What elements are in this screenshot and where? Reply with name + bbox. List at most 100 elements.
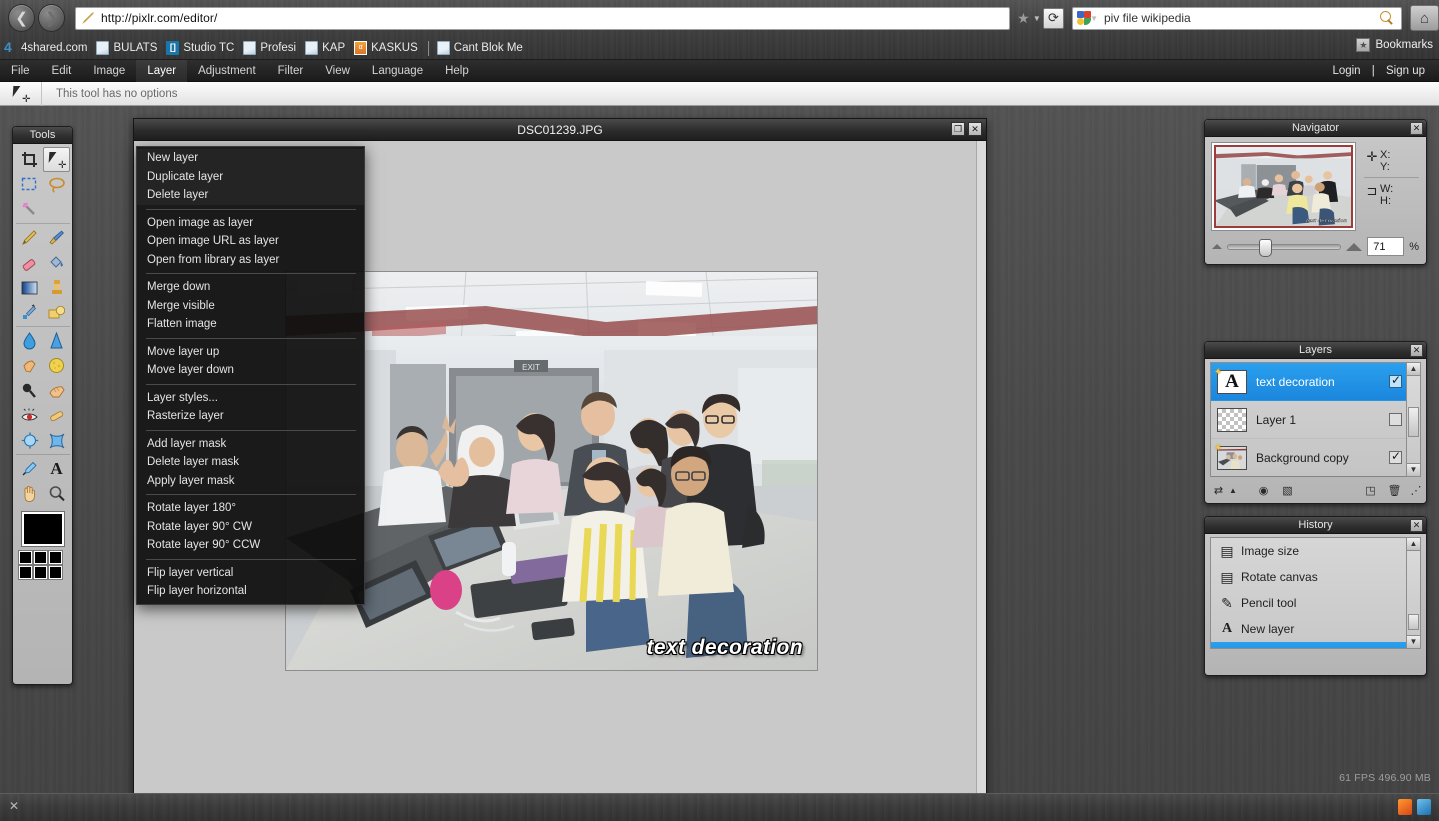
wand-select-tool-icon[interactable]	[16, 197, 43, 222]
history-row-move[interactable]: ➤ Move	[1211, 642, 1408, 648]
zoom-tool-icon[interactable]	[43, 481, 70, 506]
menu-item-merge-down[interactable]: Merge down	[137, 278, 364, 297]
color-replace-tool-icon[interactable]	[16, 300, 43, 325]
menu-item-open-image-url-as-layer[interactable]: Open image URL as layer	[137, 232, 364, 251]
bookmark-profesi[interactable]: Profesi	[243, 41, 296, 55]
close-icon[interactable]: ✕	[1410, 344, 1423, 357]
dodge-tool-icon[interactable]	[16, 378, 43, 403]
menu-layer[interactable]: Layer	[136, 59, 188, 82]
bookmark-kap[interactable]: KAP	[305, 41, 345, 55]
reload-button[interactable]: ⟳	[1042, 7, 1065, 29]
paint-bucket-tool-icon[interactable]	[43, 250, 70, 275]
close-icon[interactable]: ✕	[968, 122, 982, 136]
forward-button[interactable]: ❯	[38, 4, 65, 32]
menu-item-rotate-layer-180[interactable]: Rotate layer 180°	[137, 499, 364, 518]
menu-edit[interactable]: Edit	[41, 60, 83, 82]
lasso-tool-icon[interactable]	[43, 172, 70, 197]
red-eye-tool-icon[interactable]	[16, 403, 43, 428]
history-scroll-thumb[interactable]	[1408, 614, 1419, 630]
palette-swatch[interactable]	[19, 566, 32, 579]
menu-filter[interactable]: Filter	[267, 60, 315, 82]
menu-item-rotate-layer-90-cw[interactable]: Rotate layer 90° CW	[137, 518, 364, 537]
palette-swatch[interactable]	[19, 551, 32, 564]
pencil-tool-icon[interactable]	[16, 225, 43, 250]
menu-file[interactable]: File	[0, 60, 41, 82]
menu-item-duplicate-layer[interactable]: Duplicate layer	[137, 167, 364, 186]
color-picker-tool-icon[interactable]	[16, 456, 43, 481]
menu-item-open-image-as-layer[interactable]: Open image as layer	[137, 214, 364, 233]
history-scrollbar[interactable]: ▲ ▼	[1406, 537, 1421, 649]
taskbar-app-icon[interactable]: ✕	[6, 799, 22, 815]
brush-tool-icon[interactable]	[43, 225, 70, 250]
bookmark-studio-tc[interactable]: [] Studio TC	[166, 41, 234, 55]
spot-heal-tool-icon[interactable]	[43, 403, 70, 428]
menu-help[interactable]: Help	[434, 60, 480, 82]
bookmark-dropdown-icon[interactable]: ▼	[1033, 14, 1041, 23]
navigator-thumbnail[interactable]: text decoration	[1212, 143, 1355, 230]
pinch-tool-icon[interactable]	[43, 428, 70, 453]
maximize-icon[interactable]: ❐	[951, 122, 965, 136]
menu-item-open-from-library-as-layer[interactable]: Open from library as layer	[137, 251, 364, 270]
menu-language[interactable]: Language	[361, 60, 434, 82]
signup-link[interactable]: Sign up	[1382, 65, 1429, 77]
menu-item-apply-layer-mask[interactable]: Apply layer mask	[137, 472, 364, 491]
history-row-rotate-canvas[interactable]: ▤ Rotate canvas	[1211, 564, 1408, 590]
zoom-slider[interactable]	[1227, 238, 1342, 257]
layer-visibility-checkbox[interactable]	[1389, 449, 1402, 464]
bookmark-cant-blok-me[interactable]: Cant Blok Me	[436, 41, 523, 55]
zoom-out-icon[interactable]	[1212, 244, 1222, 249]
smudge-tool-icon[interactable]	[16, 353, 43, 378]
layer-visibility-checkbox[interactable]	[1389, 413, 1402, 426]
sponge-tool-icon[interactable]	[43, 353, 70, 378]
menu-item-layer-styles[interactable]: Layer styles...	[137, 389, 364, 408]
bookmarks-menu-button[interactable]: ★ Bookmarks	[1356, 38, 1433, 52]
bookmark-4shared[interactable]: 4 4shared.com	[4, 40, 87, 55]
zoom-slider-knob[interactable]	[1259, 238, 1273, 257]
home-button[interactable]: ⌂	[1410, 5, 1439, 31]
crop-tool-icon[interactable]	[16, 147, 43, 172]
history-row-image-size[interactable]: ▤ Image size	[1211, 538, 1408, 564]
history-row-pencil-tool[interactable]: ✎ Pencil tool	[1211, 590, 1408, 616]
document-titlebar[interactable]: DSC01239.JPG ❐ ✕	[134, 119, 986, 141]
menu-adjustment[interactable]: Adjustment	[187, 60, 267, 82]
menu-item-flatten-image[interactable]: Flatten image	[137, 315, 364, 334]
layer-style-icon[interactable]: ▧	[1280, 483, 1295, 498]
menu-image[interactable]: Image	[82, 60, 136, 82]
delete-layer-icon[interactable]: 🗑	[1387, 483, 1402, 498]
blur-tool-icon[interactable]	[16, 328, 43, 353]
scroll-down-icon[interactable]: ▼	[1407, 635, 1420, 648]
menu-item-delete-layer[interactable]: Delete layer	[137, 186, 364, 205]
menu-item-rasterize-layer[interactable]: Rasterize layer	[137, 407, 364, 426]
layer-mask-icon[interactable]: ◉	[1256, 483, 1271, 498]
menu-view[interactable]: View	[314, 60, 361, 82]
document-vertical-scrollbar[interactable]	[976, 141, 986, 820]
close-icon[interactable]: ✕	[1410, 122, 1423, 135]
menu-item-move-layer-down[interactable]: Move layer down	[137, 361, 364, 380]
move-tool-icon[interactable]	[43, 147, 70, 172]
canvas[interactable]: EXIT text decoration	[286, 272, 817, 670]
panel-resize-grip[interactable]: ⋰	[1411, 483, 1422, 498]
scroll-down-icon[interactable]: ▼	[1407, 463, 1420, 476]
menu-item-delete-layer-mask[interactable]: Delete layer mask	[137, 453, 364, 472]
bloat-tool-icon[interactable]	[16, 428, 43, 453]
layer-row-layer-1[interactable]: Layer 1	[1211, 401, 1408, 439]
scroll-up-icon[interactable]: ▲	[1407, 538, 1420, 551]
marquee-select-tool-icon[interactable]	[16, 172, 43, 197]
menu-item-flip-layer-vertical[interactable]: Flip layer vertical	[137, 564, 364, 583]
palette-swatch[interactable]	[49, 551, 62, 564]
menu-item-rotate-layer-90-ccw[interactable]: Rotate layer 90° CCW	[137, 536, 364, 555]
new-layer-icon[interactable]: ◳	[1363, 483, 1378, 498]
close-icon[interactable]: ✕	[1410, 519, 1423, 532]
bookmark-bulats[interactable]: BULATS	[96, 41, 157, 55]
palette-swatch[interactable]	[34, 551, 47, 564]
palette-swatch[interactable]	[34, 566, 47, 579]
search-magnifier-icon[interactable]	[1379, 10, 1395, 26]
layers-scrollbar[interactable]: ▲ ▼	[1406, 362, 1421, 477]
primary-color-swatch[interactable]	[21, 512, 64, 546]
menu-item-merge-visible[interactable]: Merge visible	[137, 297, 364, 316]
scroll-up-icon[interactable]: ▲	[1407, 363, 1420, 376]
menu-item-add-layer-mask[interactable]: Add layer mask	[137, 435, 364, 454]
eraser-tool-icon[interactable]	[16, 250, 43, 275]
blend-mode-icon[interactable]: ⇄	[1211, 483, 1226, 498]
firefox-tray-icon[interactable]	[1398, 799, 1412, 815]
